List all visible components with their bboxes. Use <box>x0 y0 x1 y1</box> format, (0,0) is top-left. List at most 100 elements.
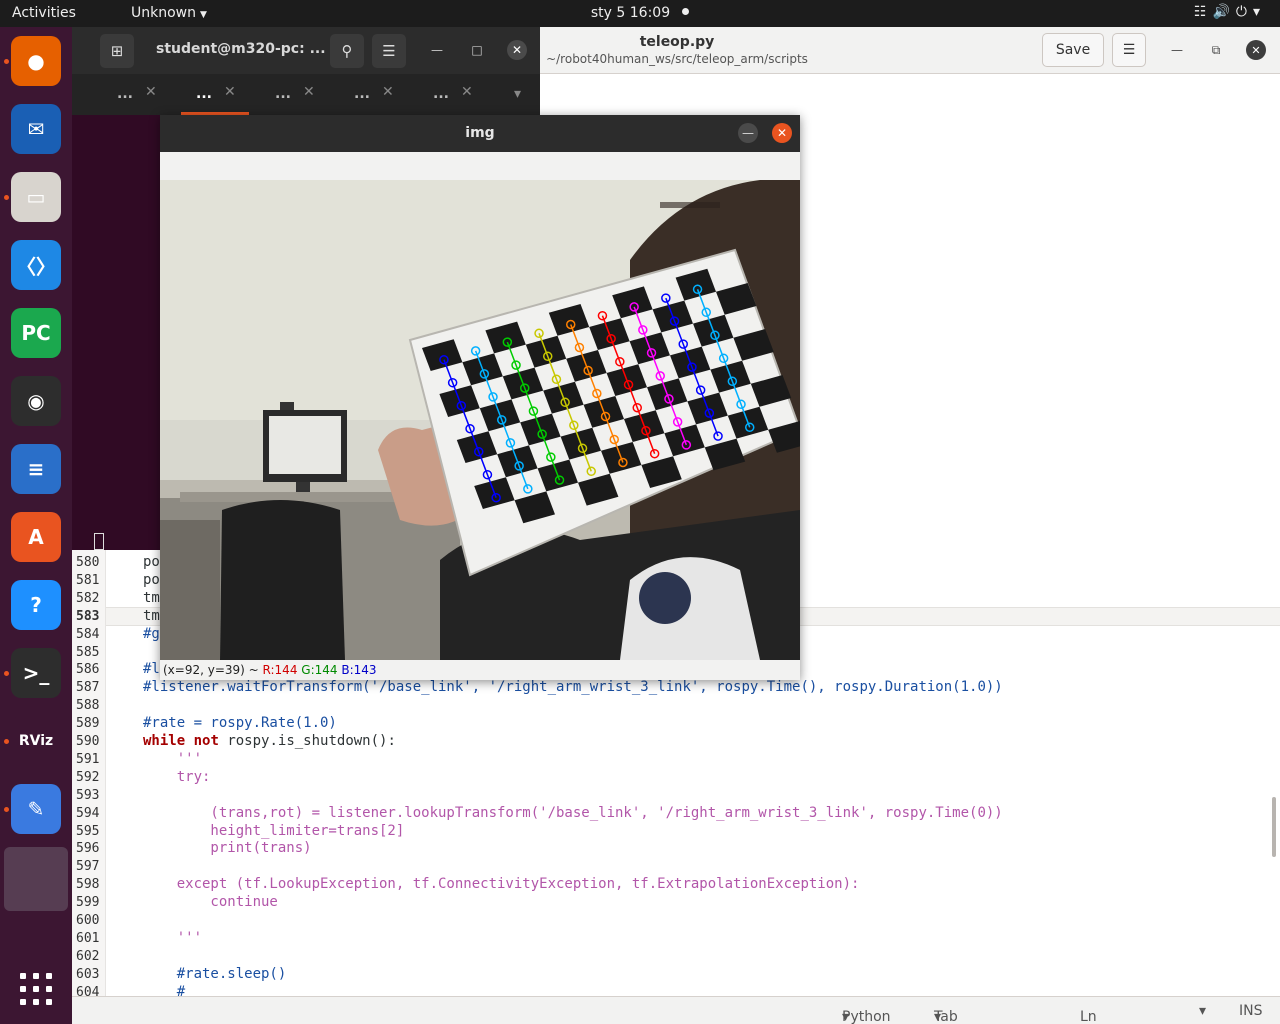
running-indicator <box>4 739 9 744</box>
scrollbar-thumb[interactable] <box>1272 797 1276 857</box>
libreoffice-writer-icon[interactable]: ≡ <box>11 444 61 494</box>
thunderbird-icon[interactable]: ✉ <box>11 104 61 154</box>
system-tray[interactable]: ☷🔊⏻▾ <box>1194 4 1266 20</box>
cursor-position-label: Ln 583, Col 13 <box>1080 1009 1097 1024</box>
pixel-blue-value: B:143 <box>341 663 377 677</box>
line-number: 588 <box>76 698 100 713</box>
code-line: while not rospy.is_shutdown(): <box>143 733 396 749</box>
image-window-header: img — ✕ <box>160 115 800 152</box>
firefox-icon[interactable]: ● <box>11 36 61 86</box>
line-number: 584 <box>76 627 100 642</box>
close-tab-icon[interactable]: ✕ <box>303 84 315 100</box>
running-indicator <box>4 807 9 812</box>
close-tab-icon[interactable]: ✕ <box>224 84 236 100</box>
running-indicator <box>4 671 9 676</box>
code-line: ''' <box>143 930 203 946</box>
line-number: 581 <box>76 573 100 588</box>
chevron-down-icon: ▾ <box>842 1009 850 1024</box>
running-indicator <box>4 195 9 200</box>
close-tab-icon[interactable]: ✕ <box>145 84 157 100</box>
help-icon[interactable]: ? <box>11 580 61 630</box>
pixel-red-value: R:144 <box>262 663 298 677</box>
code-line: #rate.sleep() <box>143 966 287 982</box>
close-icon[interactable]: ✕ <box>507 40 527 60</box>
code-line: #listener.waitForTransform('/base_link',… <box>143 679 1003 695</box>
line-number: 598 <box>76 877 100 892</box>
minimize-icon[interactable]: — <box>427 40 447 60</box>
line-number: 596 <box>76 841 100 856</box>
code-line: #rate = rospy.Rate(1.0) <box>143 715 337 731</box>
line-number: 599 <box>76 895 100 910</box>
code-line: except (tf.LookupException, tf.Connectiv… <box>143 876 860 892</box>
maximize-icon[interactable]: □ <box>467 40 487 60</box>
line-number: 583 <box>76 609 100 624</box>
close-icon[interactable]: ✕ <box>1246 40 1266 60</box>
terminal-tab[interactable]: ... <box>117 86 133 102</box>
insert-mode: INS <box>1239 1003 1263 1019</box>
clock[interactable]: sty 5 16:09 <box>0 5 1280 21</box>
clock-label: sty 5 16:09 <box>590 5 671 21</box>
chevron-down-icon: ▾ <box>1252 4 1266 20</box>
camera-image[interactable] <box>160 180 800 660</box>
chevron-down-icon[interactable]: ▾ <box>1199 1003 1206 1019</box>
rviz-icon[interactable]: RViz <box>11 716 61 766</box>
code-line: po <box>143 572 160 588</box>
line-number: 600 <box>76 913 100 928</box>
search-icon[interactable]: ⚲ <box>330 34 364 68</box>
terminal-cursor <box>94 533 104 550</box>
text-editor-icon[interactable]: ✎ <box>11 784 61 834</box>
hamburger-menu-icon[interactable]: ☰ <box>372 34 406 68</box>
image-viewer-window[interactable]: img — ✕ (x=92, y=39) ~ R:144 G:144 B:143 <box>160 115 800 680</box>
network-icon: ☷ <box>1193 4 1213 20</box>
pycharm-icon[interactable]: PC <box>11 308 61 358</box>
line-number: 591 <box>76 752 100 767</box>
document-path: ~/robot40human_ws/src/teleop_arm/scripts <box>546 52 808 66</box>
code-line: ''' <box>143 751 203 767</box>
code-line: (trans,rot) = listener.lookupTransform('… <box>143 805 1003 821</box>
language-label: Python 3 <box>842 1009 891 1024</box>
new-tab-icon[interactable]: ⊞ <box>100 34 134 68</box>
camera-frame <box>160 180 800 660</box>
line-number: 585 <box>76 645 100 660</box>
chevron-down-icon: ▾ <box>934 1009 942 1024</box>
code-line: #l <box>143 661 160 677</box>
code-line: tm <box>143 590 160 606</box>
vscode-icon[interactable]: 〈〉 <box>11 240 61 290</box>
line-number: 586 <box>76 662 100 677</box>
line-number: 580 <box>76 555 100 570</box>
close-icon[interactable]: ✕ <box>772 123 792 143</box>
terminal-icon[interactable]: >_ <box>11 648 61 698</box>
line-number: 594 <box>76 806 100 821</box>
software-center-icon[interactable]: A <box>11 512 61 562</box>
line-number: 602 <box>76 949 100 964</box>
line-number: 601 <box>76 931 100 946</box>
line-number: 593 <box>76 788 100 803</box>
terminal-tab[interactable]: ... <box>433 86 449 102</box>
save-button[interactable]: Save <box>1042 33 1104 67</box>
line-number: 603 <box>76 967 100 982</box>
hamburger-menu-icon[interactable]: ☰ <box>1112 33 1146 67</box>
code-line: print(trans) <box>143 840 312 856</box>
terminal-tab[interactable]: ... <box>196 86 212 102</box>
minimize-icon[interactable]: — <box>738 123 758 143</box>
show-applications-icon[interactable] <box>20 973 52 1005</box>
code-line: continue <box>143 894 278 910</box>
rhythmbox-icon[interactable]: ◉ <box>11 376 61 426</box>
document-title: teleop.py <box>639 34 715 50</box>
tabs-dropdown-icon[interactable]: ▾ <box>514 86 521 102</box>
code-line: try: <box>143 769 211 785</box>
close-tab-icon[interactable]: ✕ <box>461 84 473 100</box>
code-line: height_limiter=trans[2] <box>143 823 405 839</box>
terminal-tab[interactable]: ... <box>275 86 291 102</box>
restore-icon[interactable]: ⧉ <box>1206 40 1226 60</box>
close-tab-icon[interactable]: ✕ <box>382 84 394 100</box>
code-line: tm <box>143 608 160 624</box>
terminal-tab[interactable]: ... <box>354 86 370 102</box>
terminal-title: student@m320-pc: ... <box>156 41 326 57</box>
top-bar: Activities Unknown ▼ sty 5 16:09 ☷🔊⏻▾ <box>0 0 1280 27</box>
line-number: 597 <box>76 859 100 874</box>
power-icon: ⏻ <box>1235 4 1253 20</box>
files-icon[interactable]: ▭ <box>11 172 61 222</box>
minimize-icon[interactable]: — <box>1167 40 1187 60</box>
line-number: 582 <box>76 591 100 606</box>
